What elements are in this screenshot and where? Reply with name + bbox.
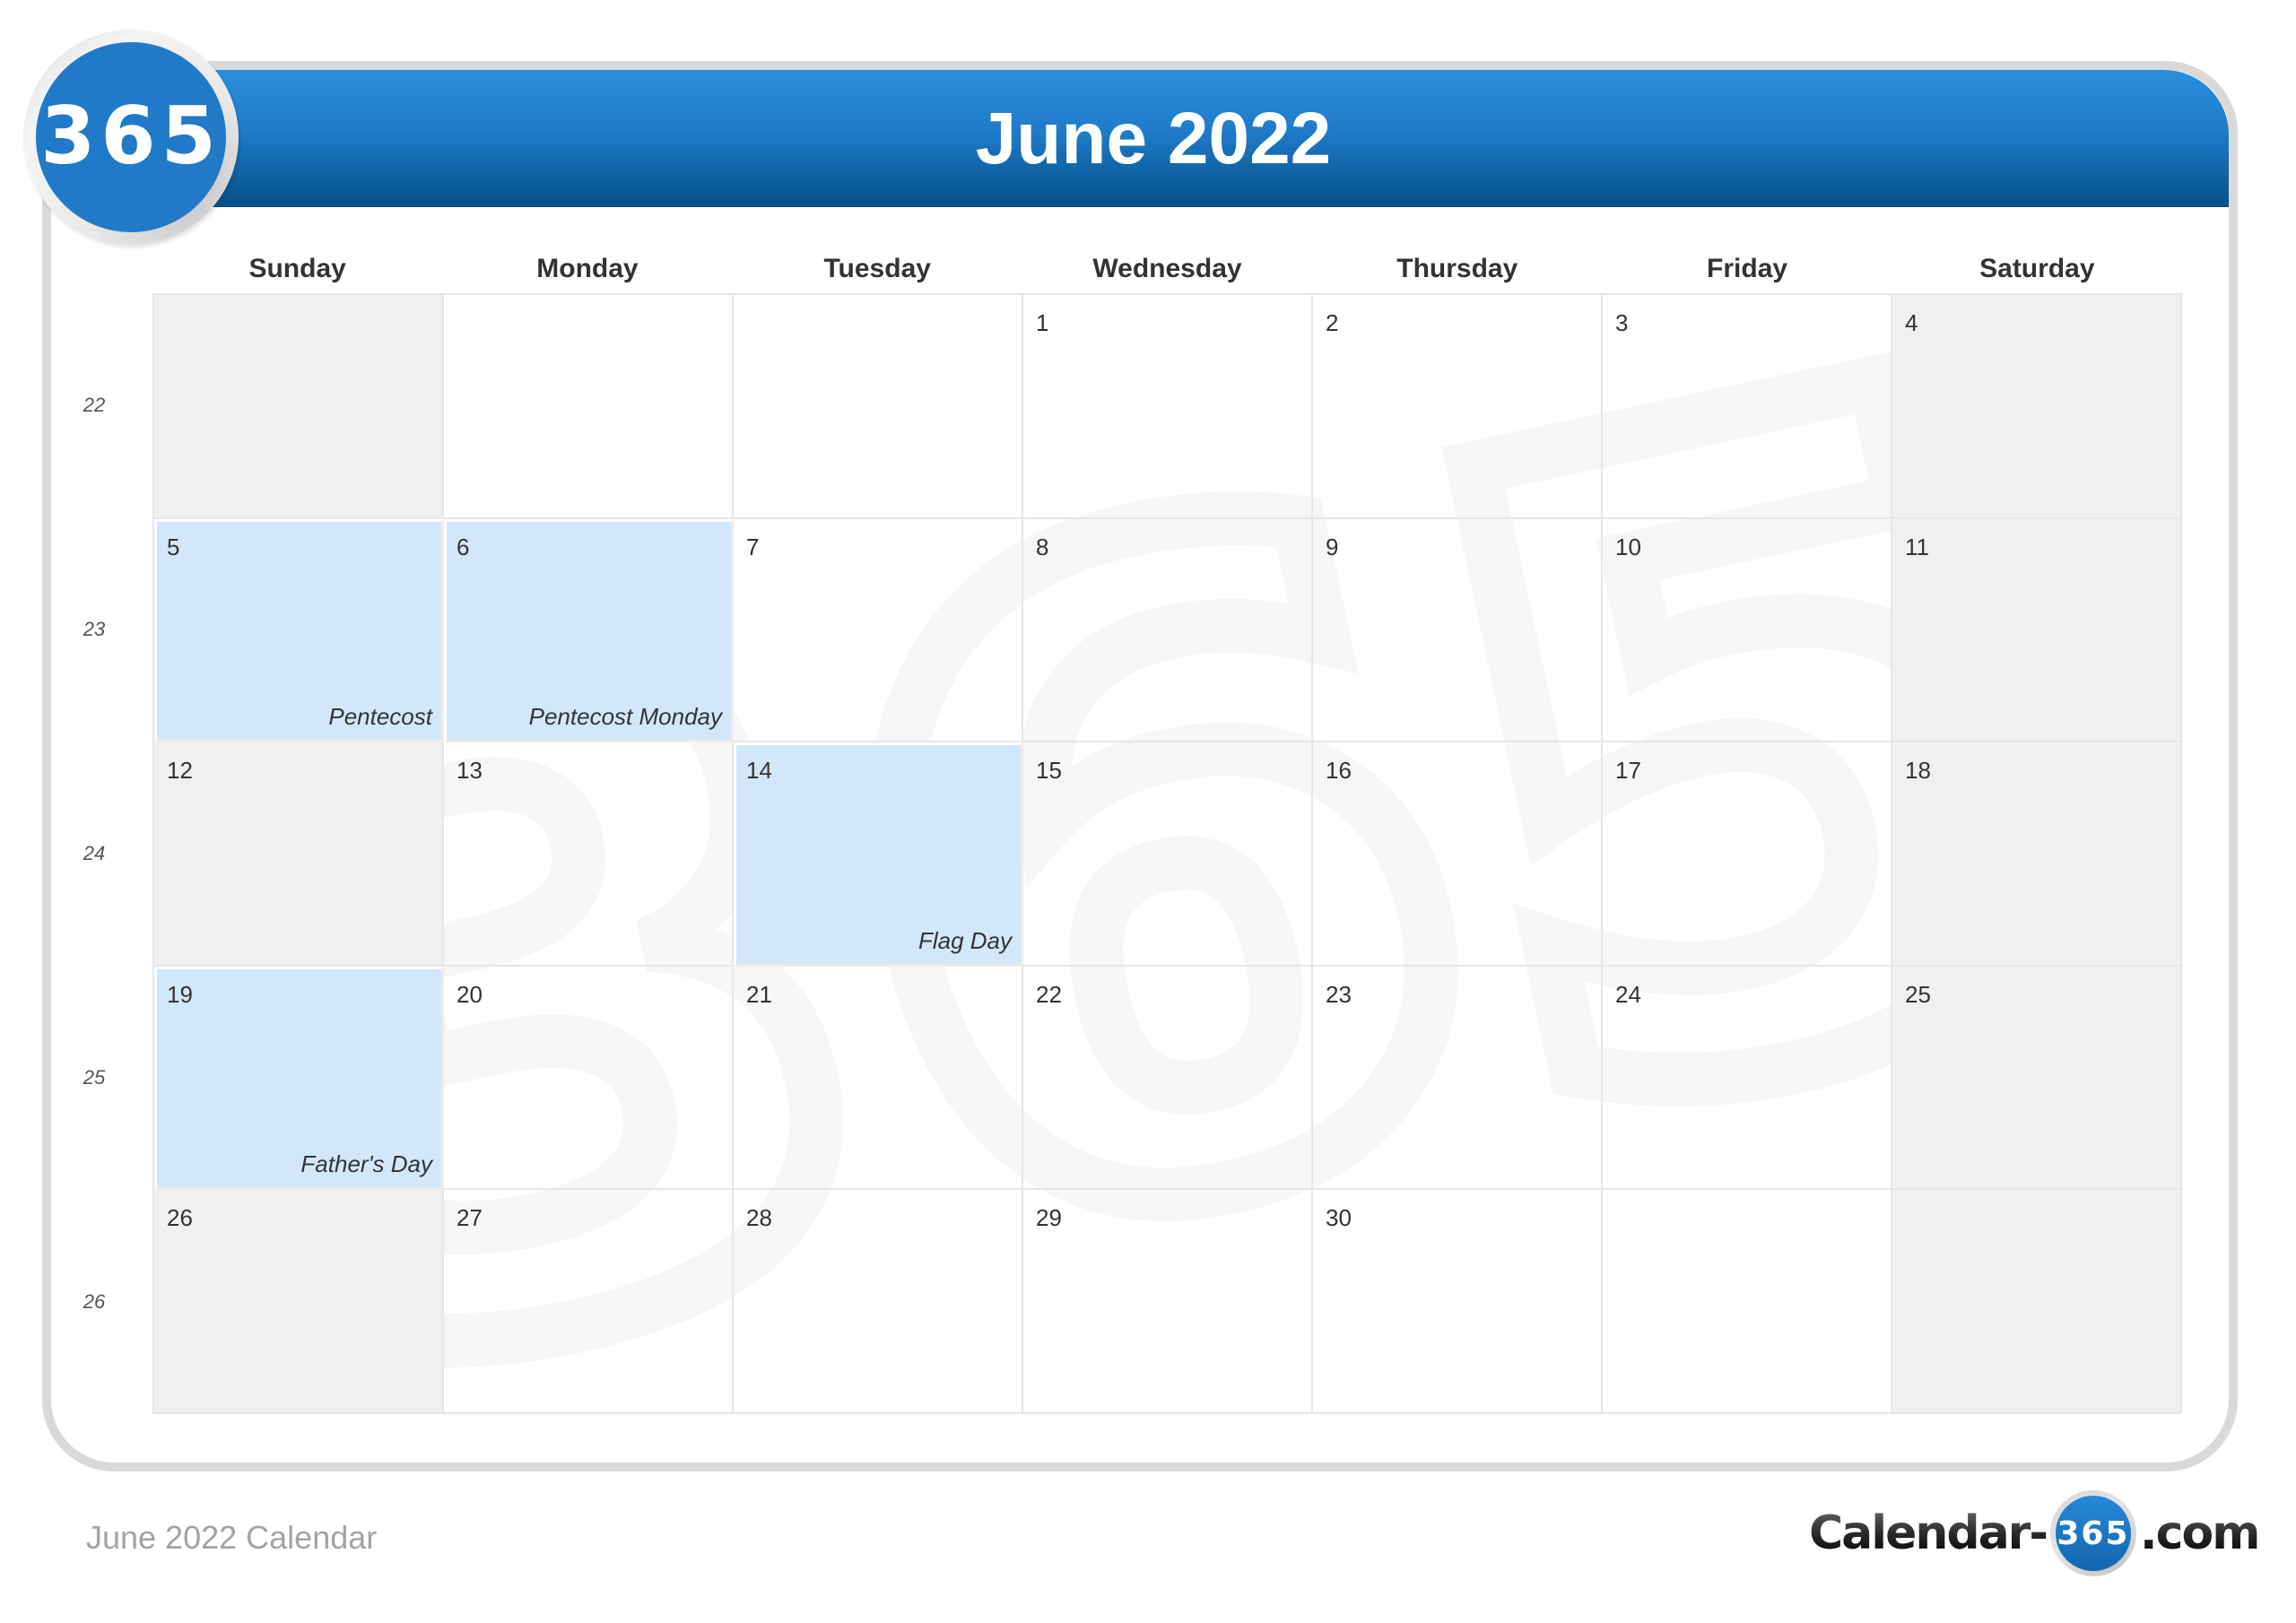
day-number: 12 (167, 757, 193, 785)
page-title: June 2022 (975, 98, 1332, 179)
day-cell-6[interactable]: 6 Pentecost Monday (444, 518, 734, 743)
day-number: 14 (746, 757, 772, 785)
day-number: 11 (1905, 533, 1929, 560)
day-cell-30[interactable]: 30 (1313, 1190, 1603, 1414)
empty-day-cell (1603, 1190, 1892, 1414)
day-cell-21[interactable]: 21 (734, 966, 1023, 1191)
day-cell-1[interactable]: 1 (1023, 295, 1313, 519)
day-cell-9[interactable]: 9 (1313, 518, 1603, 743)
day-cell-2[interactable]: 2 (1313, 295, 1603, 519)
weekday-sunday: Sunday (248, 254, 346, 283)
day-cell-16[interactable]: 16 (1313, 742, 1603, 967)
day-number: 30 (1326, 1204, 1352, 1232)
brand-prefix: Calendar- (1809, 1506, 2048, 1560)
day-number: 24 (1615, 980, 1641, 1008)
week-number: 24 (83, 842, 106, 864)
day-cell-13[interactable]: 13 (444, 742, 734, 967)
logo-365: 365 (23, 30, 239, 245)
day-cell-14[interactable]: 14 Flag Day (734, 742, 1023, 967)
day-number: 7 (746, 533, 760, 560)
day-number: 10 (1615, 533, 1641, 560)
week-number-column: 22 23 24 25 26 (72, 293, 152, 1414)
day-number: 1 (1036, 309, 1049, 336)
week-number: 26 (83, 1290, 106, 1313)
day-number: 13 (457, 757, 483, 785)
footer-caption: June 2022 Calendar (86, 1519, 378, 1556)
day-cell-17[interactable]: 17 (1603, 742, 1892, 967)
weekday-thursday: Thursday (1396, 254, 1518, 283)
logo-text: 365 (40, 89, 222, 182)
day-cell-15[interactable]: 15 (1023, 742, 1313, 967)
day-number: 26 (167, 1204, 193, 1232)
day-cell-7[interactable]: 7 (734, 518, 1023, 743)
day-number: 29 (1036, 1204, 1062, 1232)
day-cell-4[interactable]: 4 (1892, 295, 2182, 519)
weekday-saturday: Saturday (1979, 254, 2095, 283)
day-cell-27[interactable]: 27 (444, 1190, 734, 1414)
day-cell-5[interactable]: 5 Pentecost (154, 518, 444, 743)
empty-day-cell (1892, 1190, 2182, 1414)
day-number: 22 (1036, 980, 1062, 1008)
holiday-label: Pentecost Monday (528, 703, 722, 731)
week-number: 25 (83, 1066, 106, 1089)
brand-number: 365 (2055, 1496, 2131, 1571)
day-number: 8 (1036, 533, 1049, 560)
holiday-label: Pentecost (328, 703, 432, 731)
calendar-365-brand-logo[interactable]: Calendar- 365 .com (1809, 1488, 2260, 1578)
day-cell-10[interactable]: 10 (1603, 518, 1892, 743)
weekday-monday: Monday (536, 254, 639, 283)
day-cell-22[interactable]: 22 (1023, 966, 1313, 1191)
day-number: 19 (167, 980, 193, 1008)
weekday-tuesday: Tuesday (823, 254, 931, 283)
day-cell-26[interactable]: 26 (154, 1190, 444, 1414)
brand-suffix: .com (2139, 1506, 2260, 1560)
day-cell-19[interactable]: 19 Father's Day (154, 966, 444, 1191)
weekday-friday: Friday (1707, 254, 1788, 283)
day-number: 9 (1326, 533, 1339, 560)
day-cell-12[interactable]: 12 (154, 742, 444, 967)
logo-disc: 365 (36, 42, 226, 232)
day-number: 23 (1326, 980, 1352, 1008)
day-cell-20[interactable]: 20 (444, 966, 734, 1191)
day-cell-8[interactable]: 8 (1023, 518, 1313, 743)
brand-circle: 365 (2049, 1490, 2136, 1576)
day-cell-3[interactable]: 3 (1603, 295, 1892, 519)
day-number: 3 (1615, 309, 1629, 336)
day-cell-25[interactable]: 25 (1892, 966, 2182, 1191)
holiday-label: Father's Day (300, 1150, 432, 1178)
week-number: 23 (83, 618, 106, 640)
calendar-grid: 1 2 3 4 5 Pentecost 6 Pentecost Monday 7 8 9 10 11 12… (152, 293, 2182, 1414)
day-cell-28[interactable]: 28 (734, 1190, 1023, 1414)
empty-day-cell (154, 295, 444, 519)
day-cell-11[interactable]: 11 (1892, 518, 2182, 743)
day-number: 15 (1036, 757, 1062, 785)
empty-day-cell (734, 295, 1023, 519)
day-number: 5 (167, 533, 180, 560)
day-number: 6 (457, 533, 470, 560)
weekday-header-row: Sunday Monday Tuesday Wednesday Thursday… (152, 249, 2182, 289)
day-number: 25 (1905, 980, 1931, 1008)
day-number: 21 (746, 980, 772, 1008)
day-number: 2 (1326, 309, 1339, 336)
day-cell-23[interactable]: 23 (1313, 966, 1603, 1191)
day-number: 16 (1326, 757, 1352, 785)
day-cell-29[interactable]: 29 (1023, 1190, 1313, 1414)
holiday-label: Flag Day (918, 926, 1012, 954)
day-cell-18[interactable]: 18 (1892, 742, 2182, 967)
weekday-wednesday: Wednesday (1092, 254, 1242, 283)
day-number: 4 (1905, 309, 1918, 336)
week-number: 22 (83, 394, 106, 416)
day-number: 17 (1615, 757, 1641, 785)
day-cell-24[interactable]: 24 (1603, 966, 1892, 1191)
day-number: 18 (1905, 757, 1931, 785)
day-number: 20 (457, 980, 483, 1008)
empty-day-cell (444, 295, 734, 519)
day-number: 28 (746, 1204, 772, 1232)
header-band: June 2022 (51, 70, 2229, 207)
day-number: 27 (457, 1204, 483, 1232)
